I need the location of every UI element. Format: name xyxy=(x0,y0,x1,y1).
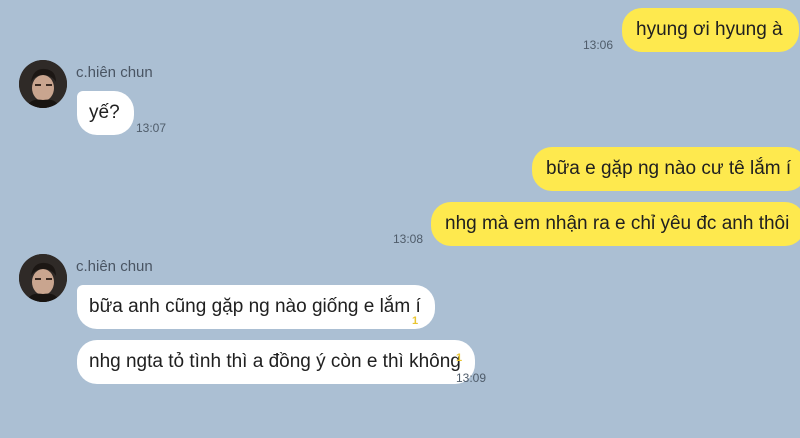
contact-avatar[interactable] xyxy=(19,60,67,108)
chat-area[interactable]: hyung ơi hyung à 13:06 c.hiên chun yế? 1… xyxy=(0,0,800,438)
profile-photo-icon xyxy=(19,254,67,302)
message-timestamp: 13:08 xyxy=(393,232,424,246)
message-timestamp: 13:09 xyxy=(456,371,487,385)
profile-photo-icon xyxy=(19,60,67,108)
sender-name: c.hiên chun xyxy=(76,258,153,275)
sender-name: c.hiên chun xyxy=(76,64,153,81)
message-timestamp: 13:07 xyxy=(136,121,167,135)
contact-avatar[interactable] xyxy=(19,254,67,302)
incoming-message[interactable]: yế? xyxy=(77,91,134,135)
outgoing-message[interactable]: hyung ơi hyung à xyxy=(622,8,799,52)
incoming-message[interactable]: bữa anh cũng gặp ng nào giống e lắm í xyxy=(77,285,435,329)
unread-count: 1 xyxy=(456,352,463,364)
incoming-message[interactable]: nhg ngta tỏ tình thì a đồng ý còn e thì … xyxy=(77,340,475,384)
unread-count: 1 xyxy=(412,315,419,327)
outgoing-message[interactable]: bữa e gặp ng nào cư tê lắm í xyxy=(532,147,800,191)
message-timestamp: 13:06 xyxy=(583,38,614,52)
outgoing-message[interactable]: nhg mà em nhận ra e chỉ yêu đc anh thôi xyxy=(431,202,800,246)
